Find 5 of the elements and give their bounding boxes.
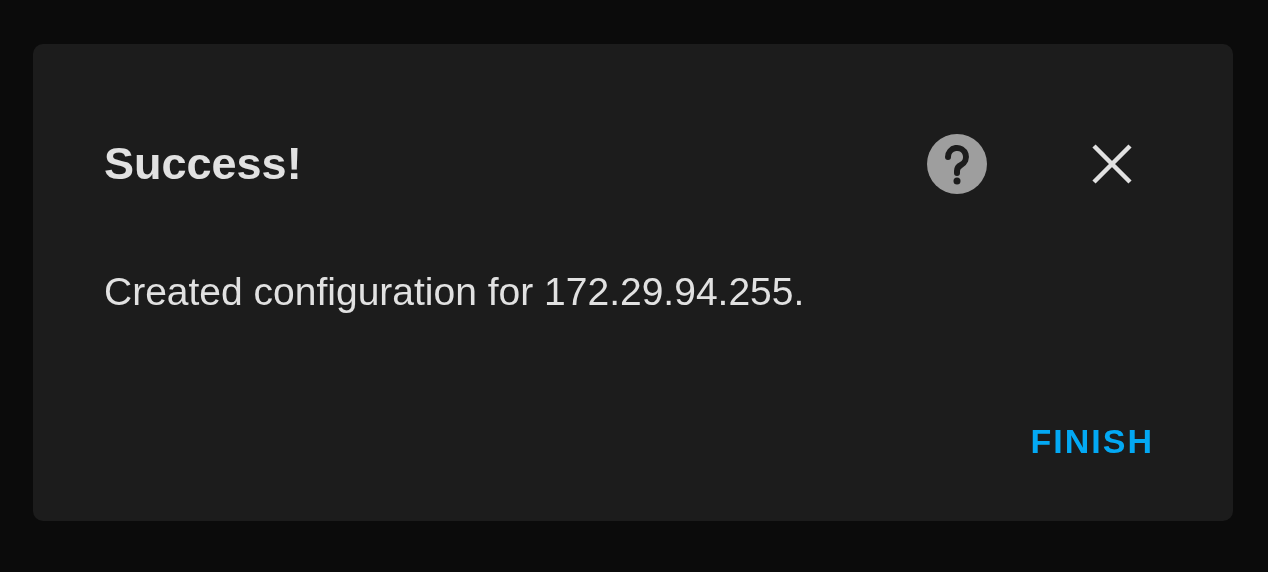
- close-icon[interactable]: [1092, 144, 1132, 184]
- dialog-title: Success!: [104, 137, 302, 191]
- dialog-message: Created configuration for 172.29.94.255.: [104, 269, 806, 315]
- help-icon[interactable]: [927, 134, 987, 194]
- finish-button[interactable]: FINISH: [1020, 417, 1164, 465]
